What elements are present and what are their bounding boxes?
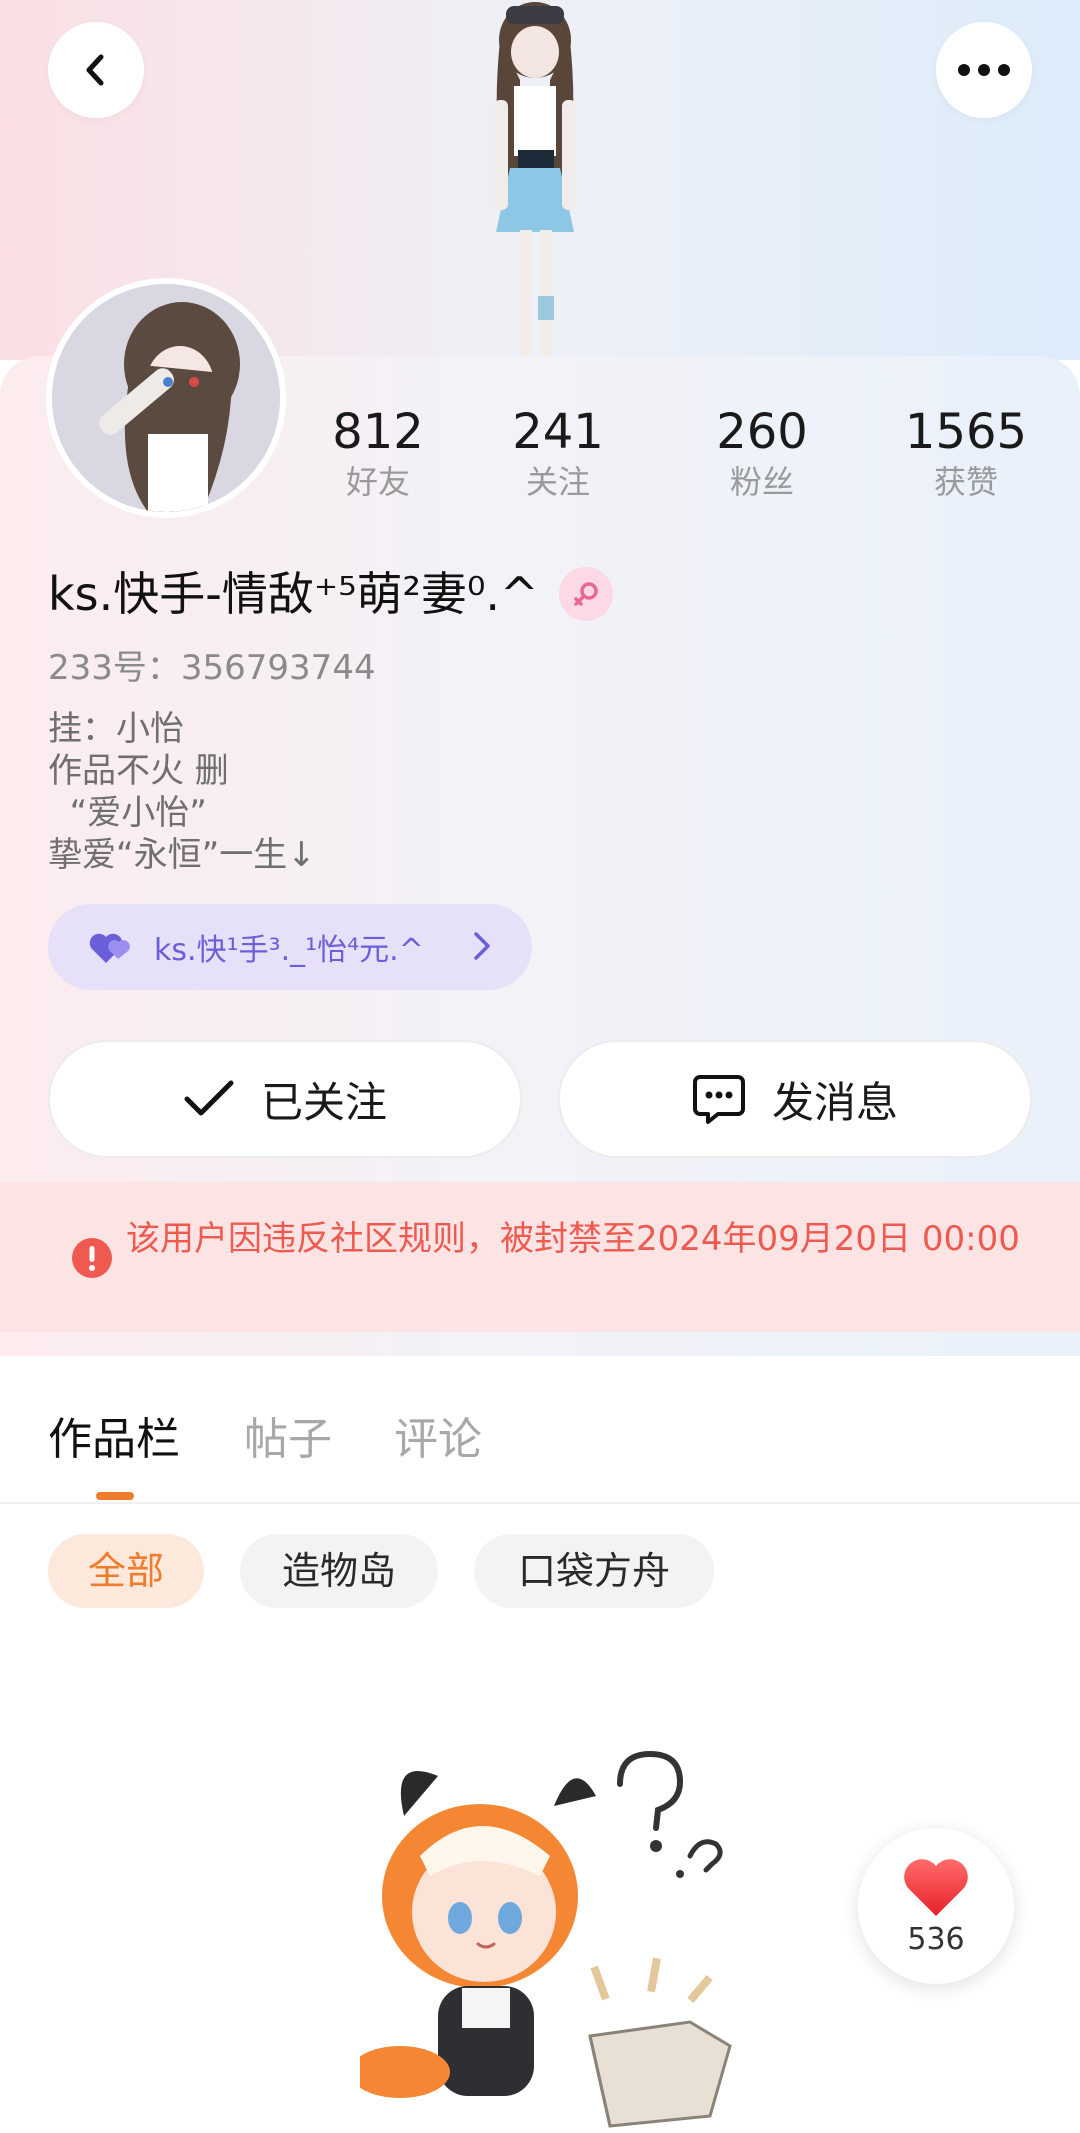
tab-comments[interactable]: 评论: [394, 1410, 482, 1470]
ban-notice-text: 该用户因违反社区规则，被封禁至2024年09月20日 00:00: [126, 1219, 1020, 1259]
gender-badge: [558, 567, 613, 621]
filter-chip-koudaifangzhou[interactable]: 口袋方舟: [474, 1534, 714, 1608]
bio-line: 作品不火 删: [48, 751, 229, 791]
stat-following-value: 241: [512, 404, 604, 460]
family-link[interactable]: ks.快¹手³._¹怡⁴元.^: [48, 904, 532, 990]
stat-fans-label: 粉丝: [729, 463, 794, 501]
tab-works[interactable]: 作品栏: [48, 1410, 180, 1470]
active-tab-indicator: [96, 1492, 134, 1500]
filter-chip-all[interactable]: 全部: [48, 1534, 204, 1608]
double-heart-icon: [89, 933, 130, 963]
send-message-button[interactable]: 发消息: [558, 1040, 1032, 1158]
bio-line: 挂：小怡: [48, 709, 184, 749]
stat-likes-value: 1565: [904, 404, 1028, 460]
female-gender-icon: [573, 582, 598, 606]
send-message-label: 发消息: [771, 1077, 898, 1127]
filter-chip-zaowudao[interactable]: 造物岛: [240, 1534, 438, 1608]
stat-fans-value: 260: [716, 404, 808, 460]
followed-label: 已关注: [260, 1077, 387, 1127]
back-button[interactable]: [48, 22, 144, 118]
user-id: 233号：356793744: [48, 648, 376, 688]
user-avatar[interactable]: [46, 278, 286, 518]
alert-icon: [72, 1238, 112, 1278]
stat-following-label: 关注: [525, 463, 590, 501]
heart-icon: [904, 1858, 968, 1916]
more-options-button[interactable]: [936, 22, 1032, 118]
user-bio: 挂：小怡 作品不火 删 “爱小怡” 挚爱“永恒”一生↓: [48, 708, 316, 876]
back-arrow-icon: [86, 54, 104, 86]
family-label: ks.快¹手³._¹怡⁴元.^: [154, 933, 424, 968]
tab-divider: [0, 1502, 1080, 1504]
user-name: ks.快手-情敌⁺⁵萌²妻⁰.^: [48, 567, 539, 621]
more-dots-icon: [958, 64, 1010, 76]
stat-likes-label: 获赞: [933, 463, 998, 501]
tab-posts[interactable]: 帖子: [244, 1410, 332, 1470]
check-icon: [184, 1080, 234, 1116]
chat-bubble-icon: [692, 1075, 745, 1124]
stat-friends-value: 812: [332, 404, 424, 460]
bio-line: “爱小怡”: [48, 793, 207, 833]
followed-button[interactable]: 已关注: [48, 1040, 522, 1158]
character-model-image: [494, 2, 576, 360]
stat-fans[interactable]: 260 粉丝: [682, 400, 842, 504]
stat-friends[interactable]: 812 好友: [298, 400, 458, 504]
name-row: ks.快手-情敌⁺⁵萌²妻⁰.^: [48, 562, 613, 626]
works-section: 作品栏 帖子 评论 全部 造物岛 口袋方舟: [0, 1366, 1080, 2133]
stat-following[interactable]: 241 关注: [478, 400, 638, 504]
empty-state-illustration: [360, 1750, 732, 2128]
bio-line: 挚爱“永恒”一生↓: [48, 835, 316, 875]
like-button[interactable]: 536: [858, 1828, 1014, 1984]
avatar-image: [52, 284, 280, 512]
like-count: 536: [907, 1921, 965, 1957]
stat-friends-label: 好友: [345, 463, 410, 501]
stat-likes[interactable]: 1565 获赞: [886, 400, 1046, 504]
chevron-right-icon: [474, 932, 490, 960]
ban-notice: 该用户因违反社区规则，被封禁至2024年09月20日 00:00: [0, 1182, 1080, 1332]
